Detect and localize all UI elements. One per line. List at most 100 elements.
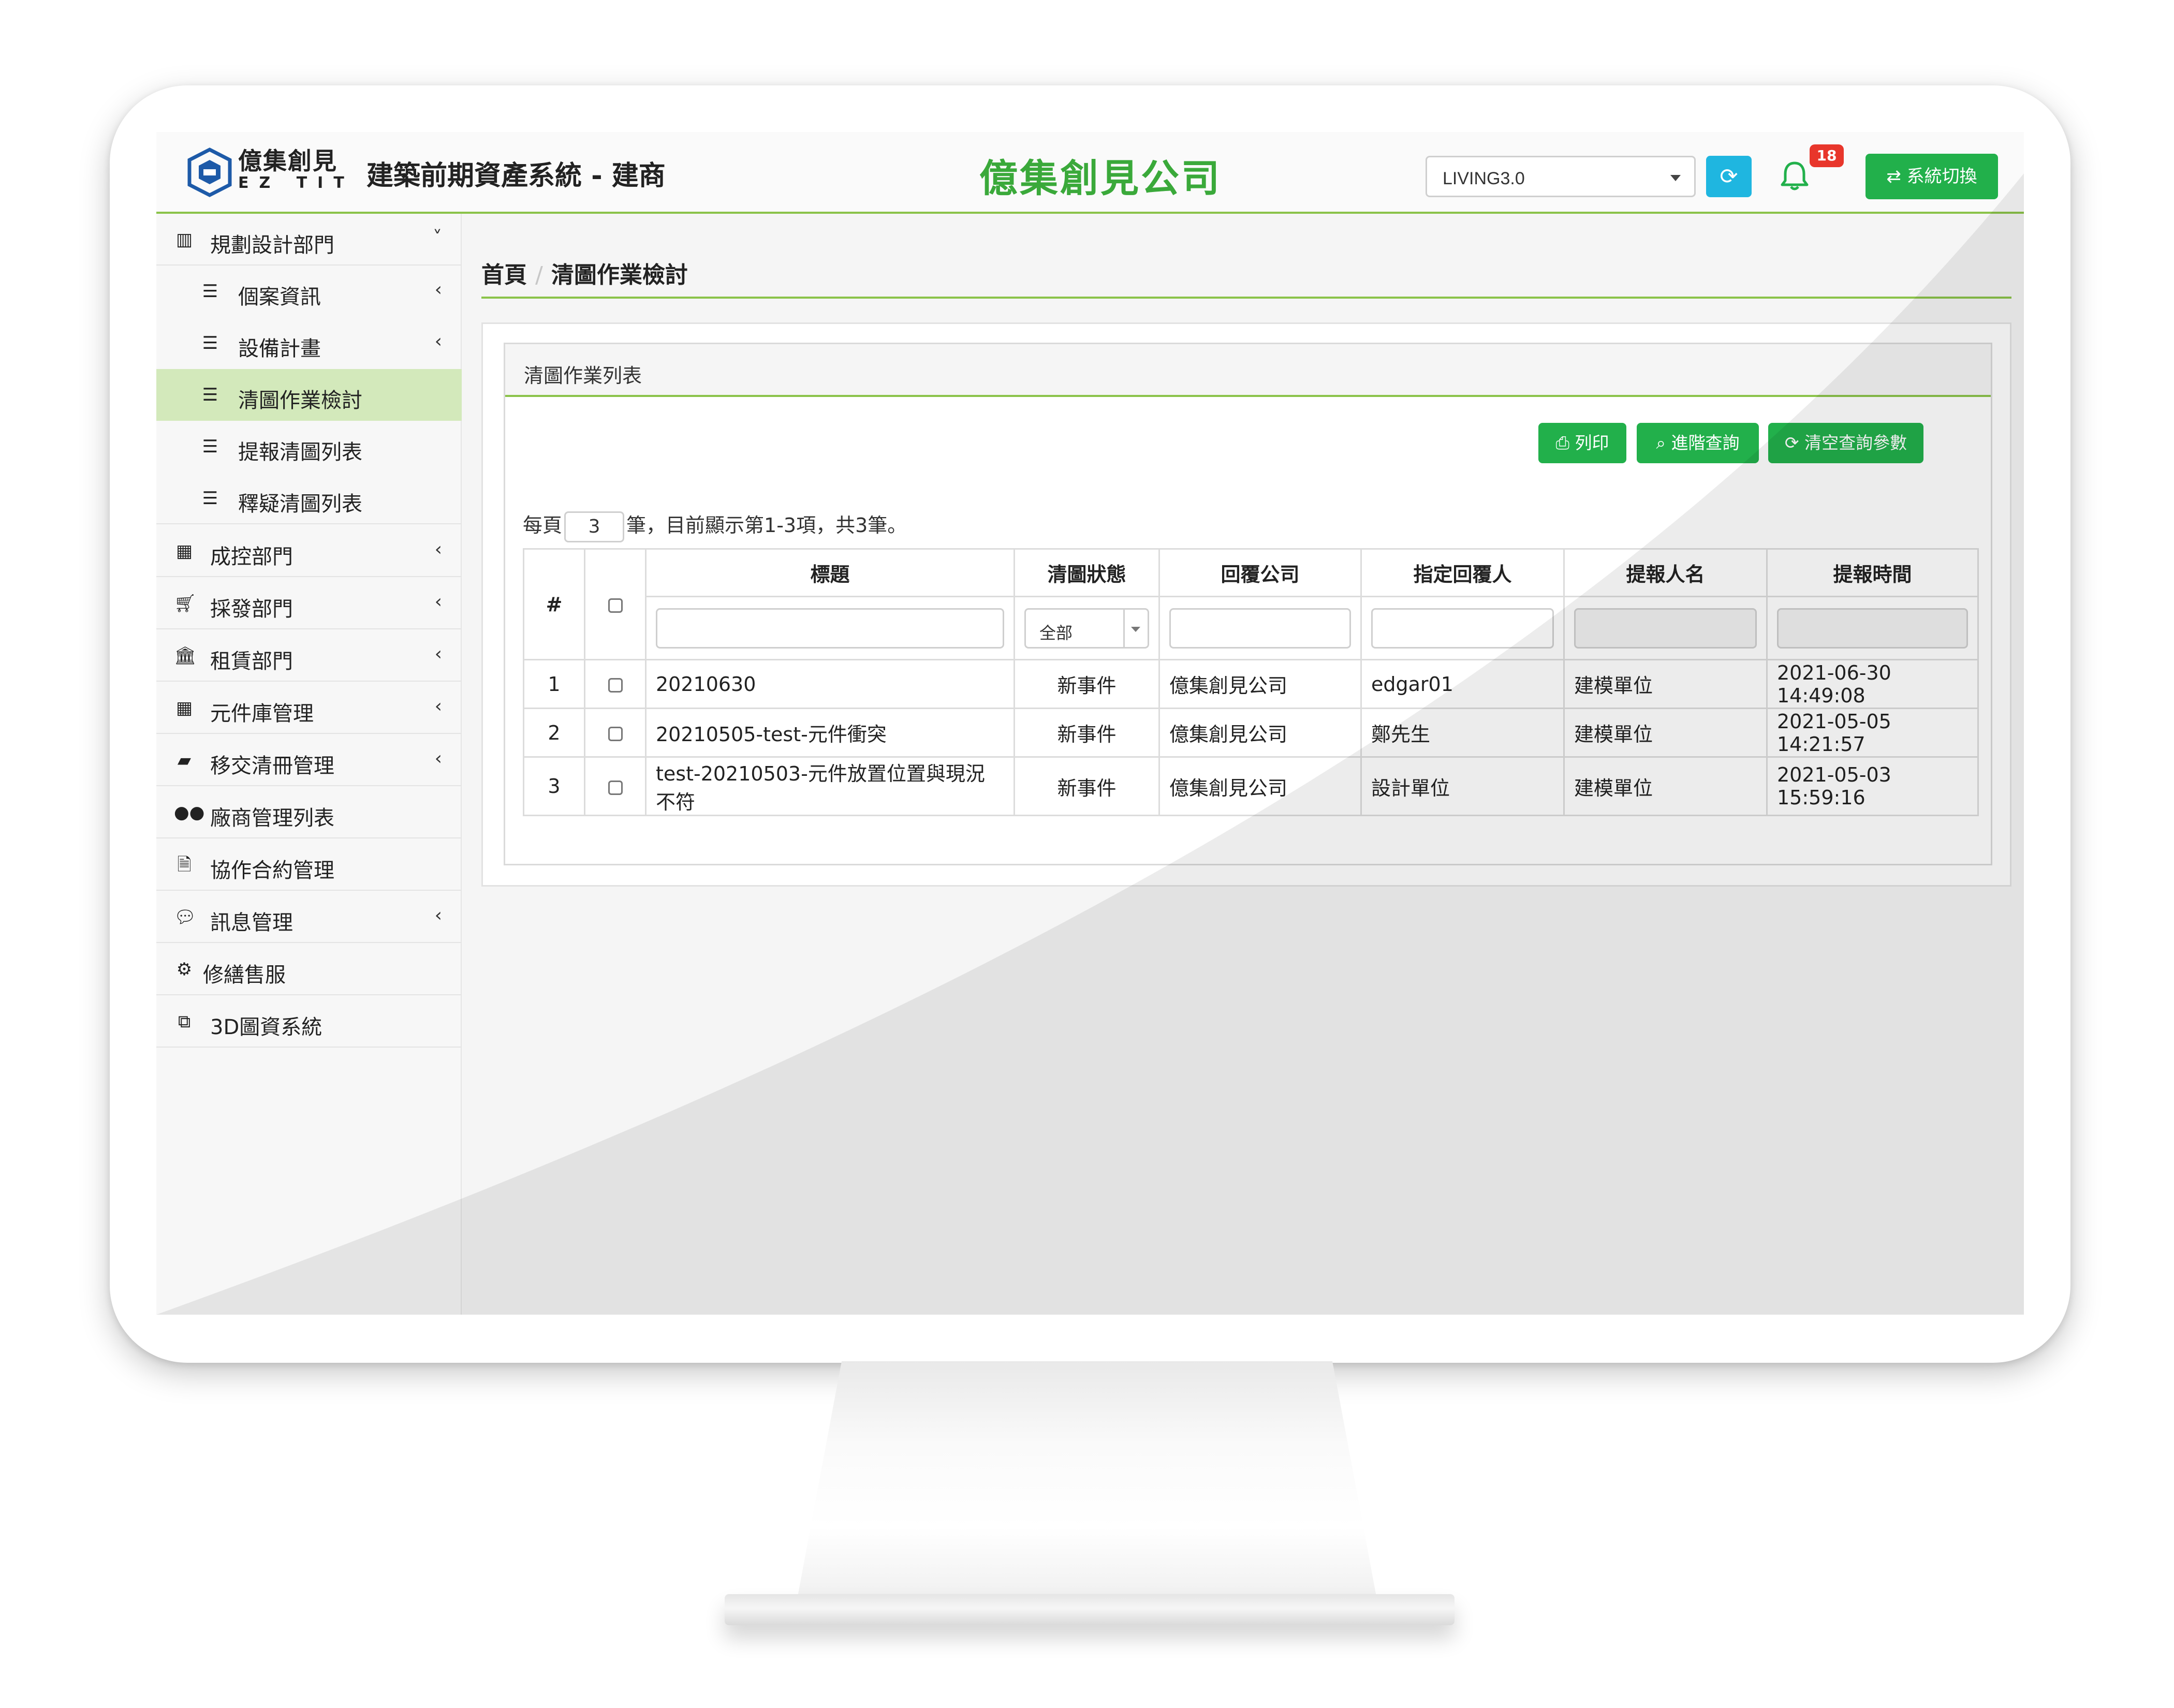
- row-checkbox[interactable]: [608, 678, 623, 693]
- col-header-num: #: [523, 548, 585, 660]
- sidebar-item-drawing-review[interactable]: ☰ 清圖作業檢討: [156, 369, 462, 421]
- cart-icon: 🛒︎: [174, 593, 197, 614]
- sidebar-item-label: 規劃設計部門: [210, 233, 334, 257]
- report-time-filter-input[interactable]: [1777, 608, 1968, 649]
- status-filter-select[interactable]: 全部: [1024, 608, 1149, 649]
- pager-info: 每頁 3 筆，目前顯示第1-3項，共3筆。: [523, 510, 907, 542]
- row-assignee: 設計單位: [1360, 756, 1565, 816]
- sidebar-item-messages[interactable]: 💬︎ 訊息管理 ‹: [156, 891, 462, 943]
- row-reply-company: 億集創見公司: [1158, 659, 1362, 709]
- col-header-reporter[interactable]: 提報人名: [1563, 548, 1768, 597]
- row-assignee: edgar01: [1360, 659, 1565, 709]
- row-status: 新事件: [1013, 756, 1160, 816]
- sidebar-item-procurement[interactable]: 🛒︎ 採發部門 ‹: [156, 578, 462, 629]
- filter-cell: [1360, 596, 1565, 660]
- row-select-cell: [584, 756, 647, 816]
- advanced-search-label: 進階查詢: [1671, 433, 1740, 453]
- reporter-filter-input[interactable]: [1574, 608, 1757, 649]
- comments-icon: 💬︎: [174, 907, 197, 927]
- row-title[interactable]: test-20210503-元件放置位置與現況不符: [645, 756, 1015, 816]
- row-report-time: 2021-05-05 14:21:57: [1766, 708, 1979, 758]
- monitor-stand: [797, 1361, 1377, 1599]
- sidebar-item-label: 訊息管理: [210, 911, 293, 935]
- sidebar-item-leasing[interactable]: 🏛︎ 租賃部門 ‹: [156, 630, 462, 682]
- book-icon: ▰: [177, 750, 192, 771]
- sidebar-item-contracts[interactable]: 🗎︎ 協作合約管理: [156, 839, 462, 891]
- row-reporter: 建模單位: [1563, 659, 1768, 709]
- sidebar-item-label: 清圖作業檢討: [238, 389, 362, 413]
- calculator-icon: ▦: [175, 698, 193, 718]
- clear-params-label: 清空查詢參數: [1804, 433, 1907, 453]
- chevron-left-icon: ‹: [434, 331, 442, 352]
- page-size-input[interactable]: 3: [564, 511, 625, 542]
- sidebar-item-component-library[interactable]: ▦ 元件庫管理 ‹: [156, 682, 462, 734]
- brand: 億集創見 EZ TIT: [238, 148, 355, 192]
- filter-cell: [1158, 596, 1362, 660]
- filter-cell: [1766, 596, 1979, 660]
- col-header-assignee[interactable]: 指定回覆人: [1360, 548, 1565, 597]
- brand-sub: EZ TIT: [238, 174, 355, 192]
- version-select[interactable]: LIVING3.0: [1426, 156, 1696, 197]
- map-icon: ▥: [175, 229, 193, 250]
- filter-cell: 全部: [1013, 596, 1160, 660]
- refresh-icon: ⟳: [1784, 433, 1799, 453]
- select-all-checkbox[interactable]: [608, 598, 623, 613]
- sidebar-item-vendors[interactable]: ●● 廠商管理列表: [156, 787, 462, 838]
- table-row[interactable]: 3 test-20210503-元件放置位置與現況不符 新事件 億集創見公司 設…: [523, 756, 1979, 816]
- row-reporter: 建模單位: [1563, 756, 1768, 816]
- sidebar-item-3d-system[interactable]: ⧉ 3D圖資系統: [156, 996, 462, 1048]
- company-name: 億集創見公司: [979, 156, 1222, 201]
- row-title[interactable]: 20210505-test-元件衝突: [645, 708, 1015, 758]
- sidebar-item-reported-drawings[interactable]: ☰ 提報清圖列表: [156, 421, 462, 473]
- sidebar-item-planning[interactable]: ▥ 規劃設計部門 ˅: [156, 214, 462, 266]
- top-header: 億集創見 EZ TIT 建築前期資產系統 - 建商 億集創見公司 LIVING3…: [156, 132, 2024, 214]
- assignee-filter-input[interactable]: [1371, 608, 1554, 649]
- status-filter-value: 全部: [1039, 623, 1073, 643]
- col-header-report-time[interactable]: 提報時間: [1766, 548, 1979, 597]
- sidebar-item-clarified-drawings[interactable]: ☰ 釋疑清圖列表: [156, 473, 462, 524]
- sidebar-item-label: 成控部門: [210, 545, 293, 569]
- sidebar-item-case-info[interactable]: ☰ 個案資訊 ‹: [156, 266, 462, 317]
- sidebar-item-label: 協作合約管理: [210, 859, 334, 882]
- print-button[interactable]: ⎙ 列印: [1538, 423, 1626, 463]
- row-report-time: 2021-06-30 14:49:08: [1766, 659, 1979, 709]
- col-header-status[interactable]: 清圖狀態: [1013, 548, 1160, 597]
- row-checkbox[interactable]: [608, 780, 623, 795]
- breadcrumb-home[interactable]: 首頁: [481, 262, 527, 288]
- advanced-search-button[interactable]: ⌕ 進階查詢: [1637, 423, 1759, 463]
- table-row[interactable]: 1 20210630 新事件 億集創見公司 edgar01 建模單位 2021-…: [523, 659, 1979, 709]
- list-icon: ☰: [202, 436, 218, 457]
- row-num: 2: [523, 708, 585, 758]
- clear-params-button[interactable]: ⟳ 清空查詢參數: [1768, 423, 1923, 463]
- col-header-reply-company[interactable]: 回覆公司: [1158, 548, 1362, 597]
- sidebar-item-label: 移交清冊管理: [210, 754, 334, 778]
- row-checkbox[interactable]: [608, 727, 623, 741]
- panel-header: 清圖作業列表: [505, 344, 1991, 397]
- bell-icon[interactable]: [1776, 158, 1813, 194]
- chevron-down-icon: ˅: [433, 227, 442, 248]
- row-status: 新事件: [1013, 708, 1160, 758]
- monitor-base: [725, 1594, 1455, 1625]
- refresh-button[interactable]: ⟳: [1706, 156, 1752, 197]
- sidebar-item-label: 個案資訊: [238, 285, 321, 309]
- breadcrumb-current: 清圖作業檢討: [551, 262, 688, 288]
- sidebar-item-equipment-plan[interactable]: ☰ 設備計畫 ‹: [156, 317, 462, 369]
- system-switch-button[interactable]: ⇄ 系統切換: [1865, 154, 1998, 199]
- document-icon: 🗎︎: [177, 855, 192, 875]
- reply-company-filter-input[interactable]: [1169, 608, 1351, 649]
- chevron-left-icon: ‹: [434, 539, 442, 560]
- sidebar-item-handover-list[interactable]: ▰ 移交清冊管理 ‹: [156, 734, 462, 786]
- title-filter-input[interactable]: [656, 608, 1004, 649]
- sidebar-item-repair-service[interactable]: ⚙︎ 修繕售服: [156, 944, 462, 995]
- bank-icon: 🏛︎: [174, 645, 197, 666]
- sidebar-item-cost-control[interactable]: ▦ 成控部門 ‹: [156, 525, 462, 577]
- content-box: 清圖作業列表 ⎙ 列印 ⌕ 進階查詢 ⟳ 清空查詢參數 每頁 3 筆，目前顯示第1-…: [481, 322, 2011, 887]
- pager-prefix: 每頁: [523, 514, 563, 537]
- col-header-title[interactable]: 標題: [645, 548, 1015, 597]
- row-reply-company: 億集創見公司: [1158, 708, 1362, 758]
- logo-icon: [187, 148, 232, 197]
- sidebar-item-label: 設備計畫: [238, 337, 321, 361]
- row-reporter: 建模單位: [1563, 708, 1768, 758]
- row-title[interactable]: 20210630: [645, 659, 1015, 709]
- table-row[interactable]: 2 20210505-test-元件衝突 新事件 億集創見公司 鄭先生 建模單位…: [523, 708, 1979, 758]
